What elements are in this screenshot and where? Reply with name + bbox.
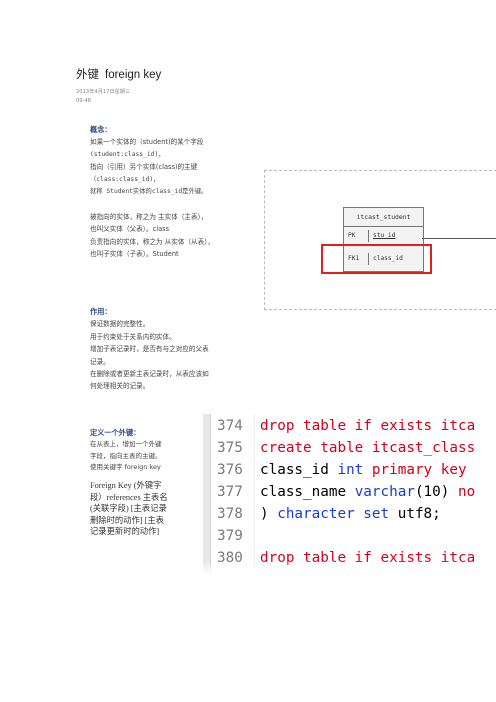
code-text: create table itcast_class bbox=[260, 440, 475, 456]
line-number: 374 bbox=[217, 418, 243, 434]
code-token: character set bbox=[277, 506, 398, 522]
code-token: class_name bbox=[260, 484, 355, 500]
concept-line: （class:class_id)， bbox=[90, 175, 160, 183]
code-editor: 374 drop table if exists itca 375 create ta… bbox=[203, 414, 496, 578]
code-line: 374 drop table if exists itca bbox=[203, 418, 496, 440]
syntax-line: 段）references 主表名 bbox=[90, 492, 168, 502]
concept-line: 被指向的实体，称之为 主实体（主表）， bbox=[90, 212, 208, 221]
concept-line: 如果一个实体的（student)的某个字段 bbox=[90, 138, 204, 147]
purpose-line: 用于约束处于关系内的实体。 bbox=[90, 332, 176, 341]
syntax-line: Foreign Key (外键字 bbox=[90, 481, 162, 490]
concept-line: (student:class_id)， bbox=[90, 150, 165, 158]
purpose-line: 何处理相关的记录。 bbox=[90, 382, 150, 391]
syntax-line: (关联字段) [主表记录 bbox=[90, 504, 167, 514]
code-token: ) bbox=[260, 506, 278, 522]
define-line: 在从表上，增加一个外键 bbox=[90, 439, 162, 448]
code-line: 375 create table itcast_class bbox=[203, 440, 496, 462]
code-line: 376 class_id int primary key bbox=[203, 462, 496, 484]
code-token: drop table if exists itca bbox=[260, 418, 476, 434]
title-chinese: 外键 bbox=[76, 67, 99, 81]
relationship-line bbox=[422, 238, 496, 239]
fk-highlight-box bbox=[321, 244, 432, 274]
concept-heading: 概念： bbox=[90, 125, 112, 134]
line-number: 377 bbox=[217, 484, 243, 500]
define-heading: 定义一个外键： bbox=[90, 428, 141, 437]
define-section: 定义一个外键： 在从表上，增加一个外键 字段，指向主表的主键。 使用关键字 fore… bbox=[90, 427, 162, 474]
code-line: 378) character set utf8; bbox=[203, 506, 496, 528]
title-english: foreign key bbox=[105, 69, 162, 81]
code-token: (10) bbox=[414, 484, 458, 500]
code-token: varchar bbox=[354, 484, 415, 500]
code-token: primary key bbox=[371, 462, 467, 478]
line-number: 376 bbox=[217, 462, 243, 478]
concept-body: 如果一个实体的（student)的某个字段 (student:class_id)，… bbox=[90, 136, 214, 260]
define-line: 字段，指向主表的主键。 bbox=[90, 451, 162, 460]
syntax-line: 记录更新时的动作] bbox=[90, 527, 160, 537]
concept-section: 概念： 如果一个实体的（student)的某个字段 (student:class_… bbox=[90, 124, 214, 260]
timestamp: 2013年4月17日星期三 09:48 bbox=[76, 88, 130, 105]
define-body: 在从表上，增加一个外键 字段，指向主表的主键。 使用关键字 foreign key bbox=[90, 439, 162, 474]
concept-line bbox=[90, 198, 214, 210]
purpose-line: 保证数据的完整性。 bbox=[90, 320, 150, 329]
code-text: drop table if exists itca bbox=[260, 418, 475, 434]
entity-name: itcast_student bbox=[344, 208, 423, 227]
code-line: 377 class_name varchar(10) no bbox=[203, 484, 496, 506]
code-token: create table itcast_class bbox=[260, 440, 476, 456]
foreign-key-syntax: Foreign Key (外键字 段）references 主表名 (关联字段) [… bbox=[90, 480, 168, 538]
er-row-pk: PK stu_id bbox=[344, 227, 423, 245]
concept-line: 也叫父实体（父表）。class bbox=[90, 225, 170, 234]
code-token: utf8; bbox=[397, 506, 441, 522]
pk-label: PK bbox=[348, 232, 356, 239]
syntax-line: 删除时的动作] [主表 bbox=[90, 515, 164, 525]
concept-line: 指向（引用）另个实体(class)的主键 bbox=[90, 163, 198, 172]
code-token: class_id bbox=[260, 462, 338, 478]
purpose-line: 记录。 bbox=[90, 357, 110, 366]
concept-line: 也叫子实体（子表）。Student bbox=[90, 250, 179, 259]
concept-line: 就称 Student实体的class_id是外键。 bbox=[90, 188, 208, 196]
code-text: ) character set utf8; bbox=[260, 506, 441, 522]
code-text: class_id int primary key bbox=[260, 462, 467, 478]
concept-line: 负责指向的实体，称之为 从实体（从表）， bbox=[90, 237, 215, 246]
purpose-heading: 作用： bbox=[90, 307, 112, 316]
line-number: 378 bbox=[217, 506, 243, 522]
purpose-line: 在删除或者更新主表记录时，从表应该如 bbox=[90, 370, 209, 379]
code-text: class_name varchar(10) no bbox=[260, 484, 475, 500]
code-line: 379 bbox=[203, 528, 496, 550]
purpose-section: 作用： 保证数据的完整性。用于约束处于关系内的实体。增加子表记录时，是否有与之对… bbox=[90, 306, 209, 393]
code-token: no bbox=[458, 484, 476, 500]
time-text: 09:48 bbox=[76, 97, 91, 104]
pk-column: stu_id bbox=[373, 232, 396, 239]
code-token: int bbox=[337, 462, 372, 478]
date-text: 2013年4月17日星期三 bbox=[76, 89, 131, 95]
purpose-body: 保证数据的完整性。用于约束处于关系内的实体。增加子表记录时，是否有与之对应的父表… bbox=[90, 318, 209, 392]
purpose-line: 增加子表记录时，是否有与之对应的父表 bbox=[90, 345, 209, 354]
page-title: 外键 foreign key bbox=[76, 66, 161, 82]
line-number: 375 bbox=[217, 440, 243, 456]
define-line: 使用关键字 foreign key bbox=[90, 463, 161, 472]
line-number: 379 bbox=[217, 528, 243, 544]
